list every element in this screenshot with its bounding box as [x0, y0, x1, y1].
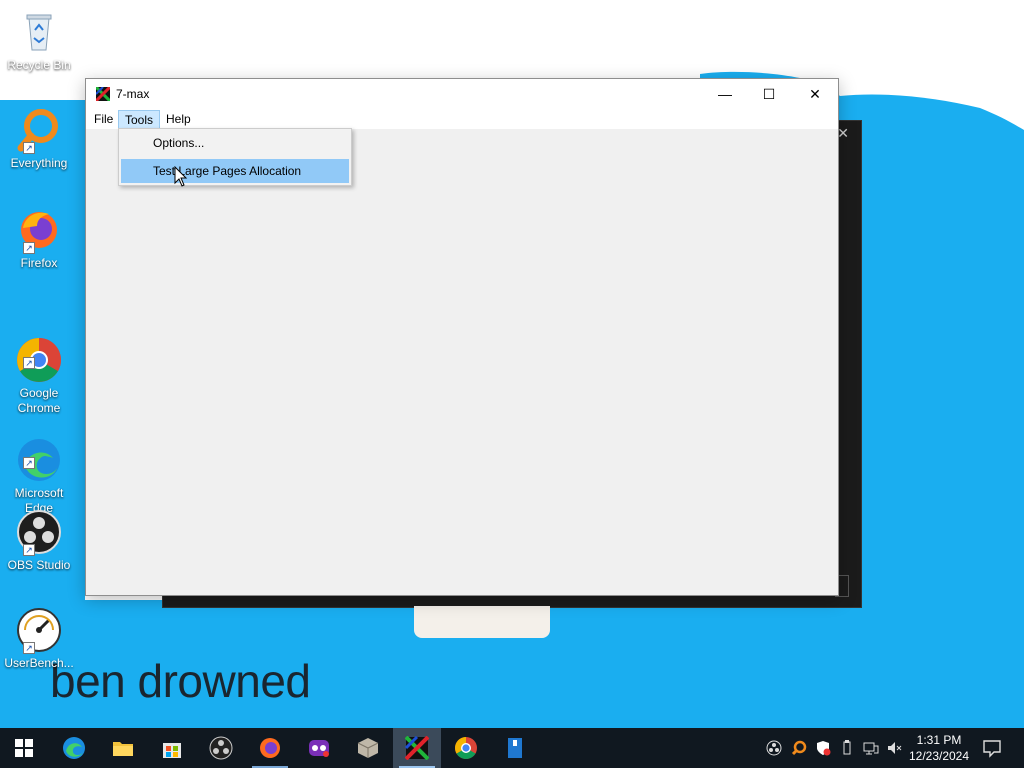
desktop-icon-firefox[interactable]: ↗ Firefox	[4, 206, 74, 271]
shortcut-arrow-icon: ↗	[23, 544, 35, 556]
shortcut-arrow-icon: ↗	[23, 242, 35, 254]
close-icon[interactable]: ✕	[837, 125, 849, 142]
file-explorer-icon	[113, 742, 133, 756]
app-icon	[309, 740, 329, 757]
taskbar-file-explorer[interactable]	[99, 728, 147, 768]
shortcut-arrow-icon: ↗	[23, 457, 35, 469]
desktop-icon-label: OBS Studio	[7, 558, 71, 572]
menu-item-test-large-pages[interactable]: Test Large Pages Allocation	[121, 159, 349, 183]
package-icon	[357, 738, 379, 758]
taskbar-clock[interactable]: 1:31 PM 12/23/2024	[906, 732, 972, 764]
chrome-icon: ↗	[15, 321, 63, 382]
taskbar: 1:31 PM 12/23/2024	[0, 728, 1024, 768]
taskbar-chrome[interactable]	[442, 728, 490, 768]
recycle-bin-icon	[15, 8, 63, 56]
wallpaper-text: ben drowned	[50, 655, 311, 707]
maximize-button[interactable]: ☐	[746, 79, 792, 109]
network-icon[interactable]	[863, 740, 879, 756]
taskbar-app[interactable]	[295, 728, 343, 768]
shortcut-arrow-icon: ↗	[23, 642, 35, 654]
taskbar-obs[interactable]	[197, 728, 245, 768]
microsoft-store-icon	[163, 743, 181, 758]
desktop-icon-everything[interactable]: ↗ Everything	[4, 106, 74, 171]
everything-search-icon: ↗	[15, 106, 63, 154]
menu-tools[interactable]: Tools	[118, 110, 161, 129]
start-icon	[15, 739, 33, 757]
taskbar-package[interactable]	[344, 728, 392, 768]
desktop-icon-label: Recycle Bin	[7, 58, 71, 72]
shortcut-arrow-icon: ↗	[23, 142, 35, 154]
desktop-icon-label: Firefox	[20, 256, 58, 270]
edge-icon: ↗	[15, 421, 63, 481]
tools-dropdown-menu: Options... Test Large Pages Allocation	[118, 128, 352, 186]
menu-help[interactable]: Help	[160, 110, 197, 129]
7max-app-icon	[94, 85, 112, 103]
security-tray-icon[interactable]	[815, 740, 831, 756]
clock-time: 1:31 PM	[916, 733, 962, 747]
desktop-icon-label: Everything	[10, 156, 68, 170]
desktop-icon-label: UserBench...	[4, 656, 74, 670]
shortcut-arrow-icon: ↗	[23, 357, 35, 369]
background-image-fragment	[414, 606, 550, 638]
desktop-icon-recycle-bin[interactable]: Recycle Bin	[4, 8, 74, 73]
desktop-icon-edge[interactable]: ↗ Microsoft Edge	[4, 406, 74, 516]
taskbar-archive[interactable]	[491, 728, 539, 768]
everything-tray-icon[interactable]	[791, 740, 807, 756]
obs-icon	[209, 736, 233, 760]
desktop-icon-chrome[interactable]: ↗ Google Chrome	[4, 306, 74, 416]
usb-tray-icon[interactable]	[839, 740, 855, 756]
firefox-icon: ↗	[15, 206, 63, 254]
obs-tray-icon[interactable]	[766, 740, 782, 756]
menu-item-options[interactable]: Options...	[121, 131, 349, 155]
firefox-icon	[260, 738, 280, 758]
close-button[interactable]: ✕	[792, 79, 838, 109]
clock-date: 12/23/2024	[908, 749, 970, 763]
mouse-cursor-icon	[174, 166, 188, 187]
menu-file[interactable]: File	[88, 110, 119, 129]
desktop-icon-userbenchmark[interactable]: ↗ UserBench...	[4, 606, 74, 671]
notification-icon[interactable]	[980, 736, 1004, 760]
taskbar-store[interactable]	[148, 728, 196, 768]
minimize-button[interactable]: —	[702, 79, 748, 109]
7-max-icon	[405, 736, 429, 760]
edge-icon	[63, 737, 85, 759]
taskbar-firefox[interactable]	[246, 728, 294, 768]
title-bar[interactable]: 7-max — ☐ ✕	[86, 79, 838, 109]
obs-icon: ↗	[15, 508, 63, 556]
taskbar-edge[interactable]	[50, 728, 98, 768]
taskbar-7max[interactable]	[393, 728, 441, 768]
userbenchmark-icon: ↗	[15, 606, 63, 654]
start-button[interactable]	[0, 728, 48, 768]
chrome-icon	[455, 737, 477, 759]
volume-muted-icon[interactable]	[886, 740, 902, 756]
menu-bar: File Tools Help	[86, 109, 838, 129]
window-title: 7-max	[116, 87, 150, 101]
archive-icon	[508, 738, 522, 758]
desktop-icon-obs[interactable]: ↗ OBS Studio	[4, 508, 74, 573]
